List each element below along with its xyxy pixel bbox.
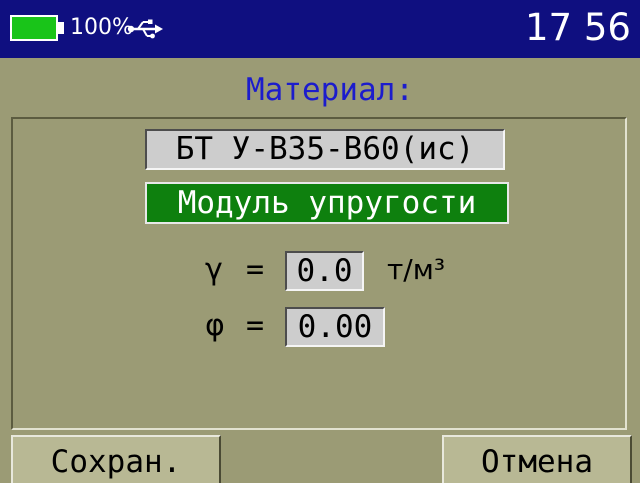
cancel-button[interactable]: Отмена (442, 435, 632, 483)
phi-symbol: φ (205, 308, 225, 343)
density-unit: т/м³ (387, 253, 446, 286)
status-bar: 100% 17 56 (0, 0, 640, 58)
clock: 17 56 (525, 6, 631, 49)
save-button[interactable]: Сохран. (11, 435, 221, 483)
material-name-field[interactable]: БТ У-В35-В60(ис) (145, 129, 505, 170)
density-equals-sign: = (246, 252, 265, 287)
density-input[interactable]: 0.0 (285, 251, 364, 291)
usb-connection-icon (127, 19, 163, 39)
page-title: Материал: (246, 72, 414, 108)
measurement-mode-selector[interactable]: Модуль упругости (145, 182, 509, 224)
phi-input[interactable]: 0.00 (285, 307, 385, 347)
battery-icon (10, 15, 58, 41)
density-symbol: γ (205, 252, 223, 287)
device-screen: 100% 17 56 Материал: БТ У-В35-В60(ис) Мо… (0, 0, 640, 483)
phi-equals-sign: = (246, 308, 265, 343)
battery-tip (58, 22, 64, 34)
battery-percent: 100% (70, 15, 133, 40)
